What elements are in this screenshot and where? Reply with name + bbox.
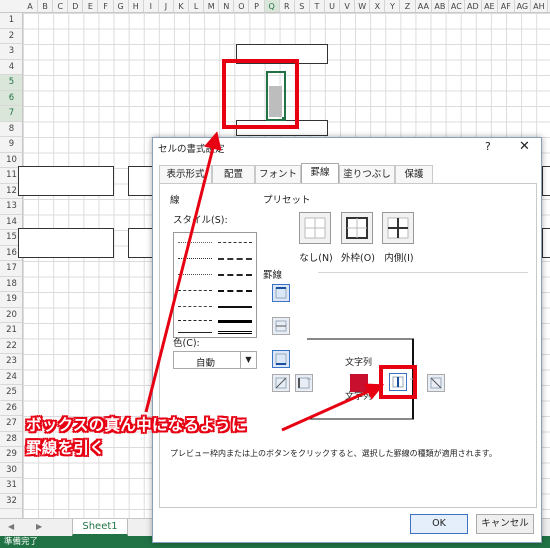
annotation-arrows xyxy=(144,131,385,432)
annotation-callout: ボックスの真ん中になるように 罫線を引く xyxy=(26,414,247,460)
arrow-to-selection xyxy=(144,131,222,413)
arrow-to-button xyxy=(281,383,385,432)
callout-line-2: 罫線を引く xyxy=(26,439,106,457)
callout-line-1: ボックスの真ん中になるように xyxy=(26,416,247,434)
